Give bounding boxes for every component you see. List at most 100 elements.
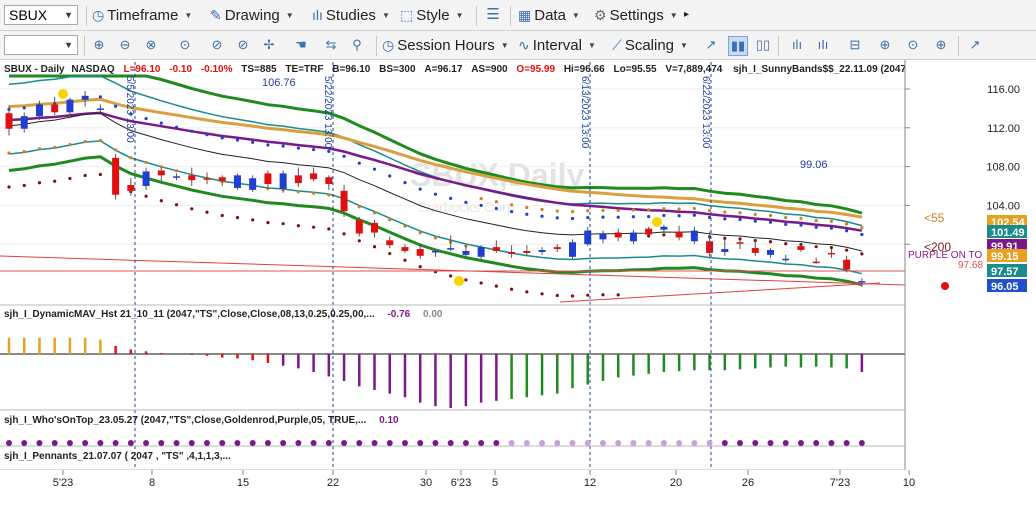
- bar-chart-icon[interactable]: ıIı: [814, 36, 832, 54]
- candle-body[interactable]: [827, 252, 835, 255]
- chart-area[interactable]: SBUX,Daily Starbucks Corp 5/5/2023 13:00…: [0, 60, 1036, 504]
- candle-body[interactable]: [416, 249, 424, 256]
- candle-body[interactable]: [858, 281, 866, 283]
- chart-style-icon[interactable]: ↗: [702, 36, 720, 54]
- scaling-button[interactable]: ⟋ Scaling ▼: [612, 34, 688, 56]
- candle-body[interactable]: [645, 228, 653, 235]
- candle-body[interactable]: [690, 230, 698, 242]
- candle-body[interactable]: [660, 226, 668, 230]
- header-ask: A=96.17: [424, 64, 463, 75]
- candle-body[interactable]: [249, 178, 257, 190]
- candle-body[interactable]: [96, 108, 104, 110]
- trend-chart-icon[interactable]: ↗: [966, 36, 984, 54]
- signal-dot: [58, 89, 68, 99]
- sync-icon[interactable]: ⊕: [932, 36, 950, 54]
- candle-body[interactable]: [797, 246, 805, 251]
- candle-body[interactable]: [81, 95, 89, 100]
- link-panes-icon[interactable]: ☰: [484, 6, 502, 24]
- magnify-icon[interactable]: ⊙: [176, 36, 194, 54]
- zoom-y-icon[interactable]: ⊘: [234, 36, 252, 54]
- candle-body[interactable]: [142, 171, 150, 186]
- volume-bars-icon[interactable]: ılı: [788, 36, 806, 54]
- candle-body[interactable]: [188, 175, 196, 181]
- candle-body[interactable]: [401, 247, 409, 251]
- candle-body[interactable]: [310, 173, 318, 180]
- candle-body[interactable]: [294, 175, 302, 184]
- data-label: Data: [534, 7, 566, 24]
- interval-button[interactable]: ∿ Interval ▼: [518, 34, 596, 56]
- pan-icon[interactable]: ⇆: [322, 36, 340, 54]
- crosshair-icon[interactable]: ✢: [260, 36, 278, 54]
- candle-body[interactable]: [767, 250, 774, 255]
- candle-body[interactable]: [264, 173, 272, 185]
- hollow-candle-icon[interactable]: ▯▯: [754, 36, 772, 54]
- timeframe-button[interactable]: ◷ Timeframe ▼: [92, 4, 192, 26]
- candle-body[interactable]: [477, 247, 485, 257]
- studies-button[interactable]: ılı Studies ▼: [312, 4, 390, 26]
- candle-body[interactable]: [721, 249, 729, 252]
- candle-body[interactable]: [203, 178, 211, 180]
- candle-body[interactable]: [553, 247, 561, 250]
- candle-body[interactable]: [431, 250, 439, 253]
- candle-body[interactable]: [492, 247, 500, 251]
- cursor-select-icon[interactable]: ⊙: [904, 36, 922, 54]
- drawing-button[interactable]: ✎ Drawing ▼: [210, 4, 294, 26]
- candle-body[interactable]: [538, 250, 546, 252]
- candle-body[interactable]: [386, 240, 394, 246]
- candle-body[interactable]: [233, 175, 241, 188]
- candle-body[interactable]: [614, 232, 622, 238]
- data-button[interactable]: ▦ Data ▼: [518, 4, 580, 26]
- candle-body[interactable]: [218, 177, 226, 182]
- candle-body[interactable]: [462, 250, 470, 255]
- candle-body[interactable]: [675, 231, 683, 238]
- candle-body[interactable]: [736, 242, 744, 244]
- candle-body[interactable]: [340, 190, 348, 212]
- candle-body[interactable]: [371, 222, 379, 233]
- window-icon[interactable]: ⊟: [846, 36, 864, 54]
- zoom-in-icon[interactable]: ⊕: [90, 36, 108, 54]
- date-input[interactable]: ▼: [4, 35, 78, 55]
- candle-body[interactable]: [751, 248, 759, 253]
- candle-body[interactable]: [447, 248, 455, 250]
- zoom-icon[interactable]: ⊕: [876, 36, 894, 54]
- hand-icon[interactable]: ☚: [292, 36, 310, 54]
- candle-body[interactable]: [325, 177, 333, 185]
- candle-body[interactable]: [173, 176, 181, 178]
- who-dot: [767, 440, 774, 446]
- candle-body[interactable]: [5, 113, 13, 129]
- who-dot: [660, 440, 667, 446]
- zoom-x-icon[interactable]: ⊘: [208, 36, 226, 54]
- symbol-input[interactable]: SBUX ▼: [4, 5, 78, 25]
- session-hours-button[interactable]: ◷ Session Hours ▼: [382, 34, 509, 56]
- settings-button[interactable]: ⚙ Settings ▼: [594, 4, 678, 26]
- candle-body[interactable]: [523, 250, 531, 253]
- candle-body[interactable]: [20, 116, 28, 129]
- candle-body[interactable]: [706, 241, 714, 253]
- dotted-band-dark-dot: [342, 232, 346, 236]
- candle-body[interactable]: [508, 251, 516, 254]
- search-icon[interactable]: ⚲: [348, 36, 366, 54]
- style-button[interactable]: ⬚ Style ▼: [400, 4, 464, 26]
- candle-body[interactable]: [279, 173, 287, 189]
- candle-body[interactable]: [157, 170, 165, 176]
- overflow-menu-icon[interactable]: ▸: [684, 4, 689, 26]
- candle-body[interactable]: [569, 242, 577, 257]
- candle-body[interactable]: [599, 233, 607, 240]
- chevron-down-icon[interactable]: ▼: [64, 6, 73, 24]
- candle-body[interactable]: [112, 157, 120, 195]
- candle-body[interactable]: [843, 259, 851, 270]
- cursor-icon[interactable]: ⊗: [142, 36, 160, 54]
- candle-body[interactable]: [127, 185, 135, 191]
- candle-body[interactable]: [355, 219, 363, 234]
- candle-body[interactable]: [812, 261, 820, 264]
- candle-body[interactable]: [51, 104, 59, 113]
- candle-body[interactable]: [782, 258, 790, 261]
- candle-body[interactable]: [35, 104, 43, 117]
- chart-canvas[interactable]: SBUX,Daily Starbucks Corp 5/5/2023 13:00…: [0, 60, 1036, 504]
- candle-body[interactable]: [629, 232, 637, 242]
- candle-body[interactable]: [66, 99, 74, 113]
- calendar-dropdown-icon[interactable]: ▼: [64, 36, 73, 54]
- candlestick-icon[interactable]: ▮▮: [728, 36, 748, 56]
- who-dot: [97, 440, 104, 446]
- zoom-out-icon[interactable]: ⊖: [116, 36, 134, 54]
